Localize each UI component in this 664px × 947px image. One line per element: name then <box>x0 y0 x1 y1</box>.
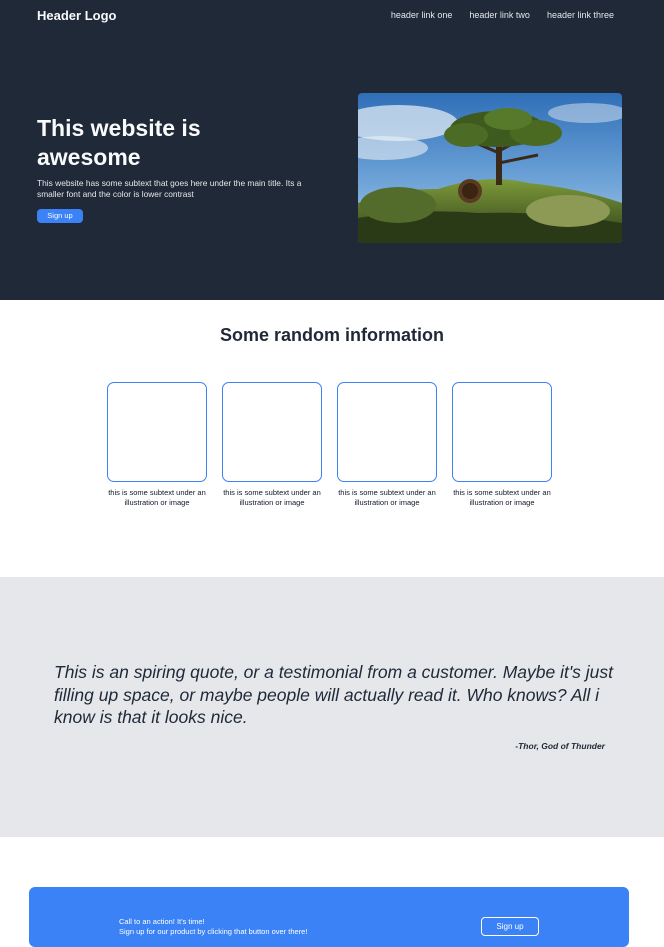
nav-link-three[interactable]: header link three <box>547 10 614 20</box>
card-image-placeholder <box>337 382 437 482</box>
hero-signup-button[interactable]: Sign up <box>37 209 83 223</box>
cta-banner: Call to an action! It's time! Sign up fo… <box>29 887 629 947</box>
hero-title: This website is awesome <box>37 115 201 170</box>
header-nav: Header Logo header link one header link … <box>0 0 664 30</box>
nav-links: header link one header link two header l… <box>391 10 614 20</box>
cta-line-one: Call to an action! It's time! <box>119 917 205 926</box>
hero-section: Header Logo header link one header link … <box>0 0 664 300</box>
card-subtext: this is some subtext under an illustrati… <box>338 488 436 507</box>
info-card: this is some subtext under an illustrati… <box>222 382 322 508</box>
nav-link-two[interactable]: header link two <box>469 10 530 20</box>
nav-link-one[interactable]: header link one <box>391 10 453 20</box>
header-logo[interactable]: Header Logo <box>37 8 116 23</box>
info-card: this is some subtext under an illustrati… <box>337 382 437 508</box>
hero-text: This website is awesome This website has… <box>37 114 322 223</box>
card-subtext: this is some subtext under an illustrati… <box>223 488 321 507</box>
quote-author: -Thor, God of Thunder <box>515 741 605 751</box>
card-subtext: this is some subtext under an illustrati… <box>108 488 206 507</box>
cta-signup-button[interactable]: Sign up <box>481 917 539 936</box>
card-subtext: this is some subtext under an illustrati… <box>453 488 551 507</box>
card-image-placeholder <box>452 382 552 482</box>
hero-subtext: This website has some subtext that goes … <box>37 178 302 199</box>
card-image-placeholder <box>107 382 207 482</box>
cta-line-two: Sign up for our product by clicking that… <box>119 927 308 936</box>
testimonial-quote: This is an spiring quote, or a testimoni… <box>54 662 614 727</box>
info-card: this is some subtext under an illustrati… <box>452 382 552 508</box>
info-cards: this is some subtext under an illustrati… <box>107 382 552 508</box>
card-image-placeholder <box>222 382 322 482</box>
info-card: this is some subtext under an illustrati… <box>107 382 207 508</box>
cta-text: Call to an action! It's time! Sign up fo… <box>119 917 307 937</box>
quote-section: This is an spiring quote, or a testimoni… <box>0 577 664 837</box>
info-title: Some random information <box>219 325 444 345</box>
hero-image <box>358 93 622 243</box>
